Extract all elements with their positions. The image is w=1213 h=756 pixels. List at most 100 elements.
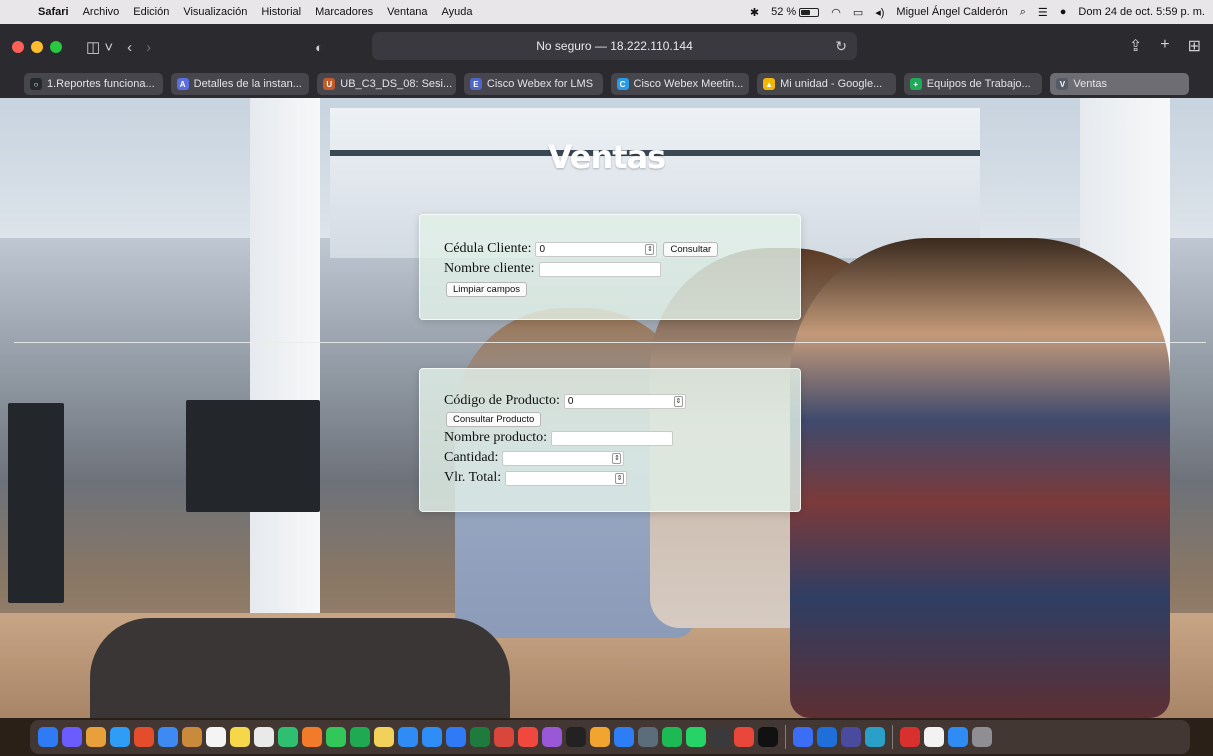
dock-app-icon[interactable] [793, 727, 813, 747]
dock-app-icon[interactable] [638, 727, 658, 747]
menu-marcadores[interactable]: Marcadores [315, 6, 373, 18]
new-tab-icon[interactable]: + [1160, 36, 1169, 56]
dock-app-icon[interactable] [134, 727, 154, 747]
cantidad-input[interactable]: ⇕ [502, 450, 625, 466]
codigo-producto-input[interactable]: 0 ⇕ [563, 393, 686, 409]
dock-app-icon[interactable] [278, 727, 298, 747]
tab-google-drive[interactable]: ▲ Mi unidad - Google... [757, 73, 896, 95]
control-center-icon[interactable]: ☰ [1038, 6, 1048, 19]
bluetooth-icon[interactable]: ✱ [750, 6, 759, 19]
screen-mirroring-icon[interactable]: ▭ [853, 6, 863, 19]
sidebar-toggle-icon[interactable]: ◫ ˅ [86, 38, 113, 56]
dock-app-icon[interactable] [86, 727, 106, 747]
tab-overview-icon[interactable]: ⊞ [1188, 36, 1201, 56]
limpiar-campos-button[interactable]: Limpiar campos [446, 281, 528, 297]
valor-total-input[interactable]: ⇕ [505, 470, 628, 486]
dock-app-icon[interactable] [158, 727, 178, 747]
back-icon[interactable]: ‹ [127, 39, 132, 56]
dock-app-icon[interactable] [494, 727, 514, 747]
share-icon[interactable]: ⇪ [1129, 36, 1142, 56]
dock-app-icon[interactable] [302, 727, 322, 747]
dock-app-icon[interactable] [710, 727, 730, 747]
dock-app-icon[interactable] [518, 727, 538, 747]
dock-app-icon[interactable] [470, 727, 490, 747]
google-drive-icon: ▲ [763, 78, 776, 90]
nombre-producto-input[interactable] [551, 430, 674, 446]
user-name[interactable]: Miguel Ángel Calderón [896, 6, 1007, 18]
dock-app-icon[interactable] [566, 727, 586, 747]
stepper-icon[interactable]: ⇕ [615, 472, 625, 484]
dock-separator [785, 725, 786, 749]
close-window-button[interactable] [12, 41, 24, 53]
dock-app-icon[interactable] [398, 727, 418, 747]
stepper-icon[interactable]: ⇕ [673, 395, 683, 407]
cantidad-row: Cantidad: ⇕ [444, 448, 800, 468]
dock-app-icon[interactable] [38, 727, 58, 747]
cedula-value: 0 [539, 243, 546, 255]
tab-webex-meetings[interactable]: C Cisco Webex Meetin... [610, 73, 750, 95]
dock-app-icon[interactable] [972, 727, 992, 747]
dock-app-icon[interactable] [110, 727, 130, 747]
valor-total-label: Vlr. Total: [444, 470, 502, 485]
dock-app-icon[interactable] [614, 727, 634, 747]
tab-webex-lms[interactable]: E Cisco Webex for LMS [463, 73, 603, 95]
clock-datetime[interactable]: Dom 24 de oct. 5:59 p. m. [1078, 6, 1205, 18]
address-bar[interactable]: No seguro — 18.222.110.144 ↻ [372, 32, 857, 60]
spotlight-search-icon[interactable]: ⌕ [1020, 6, 1026, 19]
dock-app-icon[interactable] [374, 727, 394, 747]
dock-app-icon[interactable] [230, 727, 250, 747]
dock-app-icon[interactable] [734, 727, 754, 747]
stepper-icon[interactable]: ⇕ [612, 452, 622, 464]
dock-app-icon[interactable] [865, 727, 885, 747]
dock-app-icon[interactable] [182, 727, 202, 747]
dock-app-icon[interactable] [900, 727, 920, 747]
dock-app-icon[interactable] [422, 727, 442, 747]
tab-label: Cisco Webex Meetin... [633, 78, 744, 90]
menu-app-safari[interactable]: Safari [38, 6, 69, 18]
cedula-input[interactable]: 0 ⇕ [535, 241, 658, 257]
dock-app-icon[interactable] [686, 727, 706, 747]
dock-app-icon[interactable] [841, 727, 861, 747]
dock-app-icon[interactable] [542, 727, 562, 747]
dock-app-icon[interactable] [326, 727, 346, 747]
tab-equipos-trabajo[interactable]: + Equipos de Trabajo... [903, 73, 1043, 95]
menu-historial[interactable]: Historial [261, 6, 301, 18]
tab-ub-sesion[interactable]: U UB_C3_DS_08: Sesi... [317, 73, 456, 95]
dock-app-icon[interactable] [817, 727, 837, 747]
tab-ventas[interactable]: V Ventas [1050, 73, 1189, 95]
dock-app-icon[interactable] [590, 727, 610, 747]
menu-ventana[interactable]: Ventana [387, 6, 427, 18]
wifi-icon[interactable]: ◠ [831, 6, 841, 19]
siri-icon[interactable]: ● [1060, 6, 1067, 18]
tab-label: 1.Reportes funciona... [47, 78, 155, 90]
tab-detalles-instancia[interactable]: A Detalles de la instan... [170, 73, 310, 95]
reload-icon[interactable]: ↻ [835, 38, 847, 55]
dock-app-icon[interactable] [206, 727, 226, 747]
dock-app-icon[interactable] [948, 727, 968, 747]
codigo-producto-value: 0 [567, 395, 574, 407]
dock-app-icon[interactable] [254, 727, 274, 747]
menu-visualizacion[interactable]: Visualización [183, 6, 247, 18]
dock-app-icon[interactable] [62, 727, 82, 747]
menu-archivo[interactable]: Archivo [83, 6, 120, 18]
tab-reportes[interactable]: ○ 1.Reportes funciona... [24, 73, 163, 95]
dock-app-icon[interactable] [662, 727, 682, 747]
dock-app-icon[interactable] [350, 727, 370, 747]
menu-edicion[interactable]: Edición [133, 6, 169, 18]
menu-ayuda[interactable]: Ayuda [442, 6, 473, 18]
zoom-window-button[interactable] [50, 41, 62, 53]
dock-app-icon[interactable] [758, 727, 778, 747]
webex-icon: C [616, 78, 629, 90]
privacy-shield-icon[interactable]: ◐ [315, 40, 323, 55]
forward-icon[interactable]: › [146, 39, 151, 56]
consultar-cliente-button[interactable]: Consultar [663, 241, 719, 257]
minimize-window-button[interactable] [31, 41, 43, 53]
nombre-cliente-input[interactable] [538, 261, 661, 277]
dock-app-icon[interactable] [924, 727, 944, 747]
battery-status[interactable]: 52 % [771, 6, 820, 18]
volume-icon[interactable]: ◂) [875, 6, 884, 19]
stepper-icon[interactable]: ⇕ [645, 243, 655, 255]
consultar-producto-row: Consultar Producto [444, 411, 800, 428]
dock-app-icon[interactable] [446, 727, 466, 747]
consultar-producto-button[interactable]: Consultar Producto [446, 412, 542, 427]
